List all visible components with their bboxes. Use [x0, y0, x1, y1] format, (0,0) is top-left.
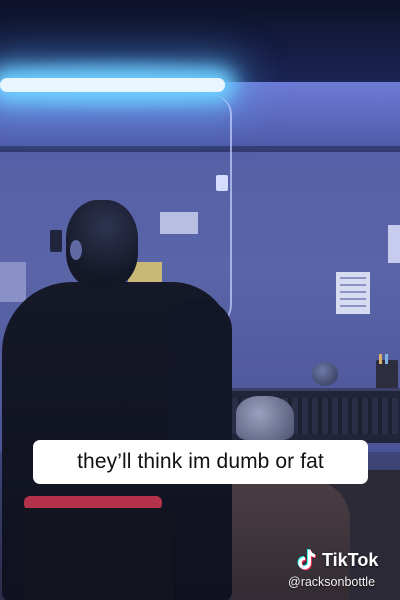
caption-box: they’ll think im dumb or fat: [33, 440, 368, 484]
person-legs: [24, 508, 174, 600]
wall-outlet: [216, 175, 228, 191]
caption-text: they’ll think im dumb or fat: [77, 450, 324, 473]
wall-paper-edge: [388, 225, 400, 263]
clothes-pile: [236, 396, 294, 440]
tiktok-brand-text: TikTok: [322, 549, 379, 570]
wall-note: [160, 212, 198, 234]
wall-paper-list: [336, 272, 370, 314]
led-light-strip: [0, 78, 225, 92]
tiktok-watermark: TikTok: [296, 548, 378, 572]
creator-handle[interactable]: @racksonbottle: [288, 575, 375, 589]
ledge-shadow: [0, 146, 400, 152]
desk-globe: [312, 362, 338, 386]
wall-poster: [0, 262, 26, 302]
person-arm: [170, 300, 232, 460]
wall-clip: [50, 230, 62, 252]
video-frame[interactable]: they’ll think im dumb or fat TikTok @rac…: [0, 0, 400, 600]
person-ear: [70, 240, 82, 260]
tiktok-note-icon: [297, 549, 316, 571]
